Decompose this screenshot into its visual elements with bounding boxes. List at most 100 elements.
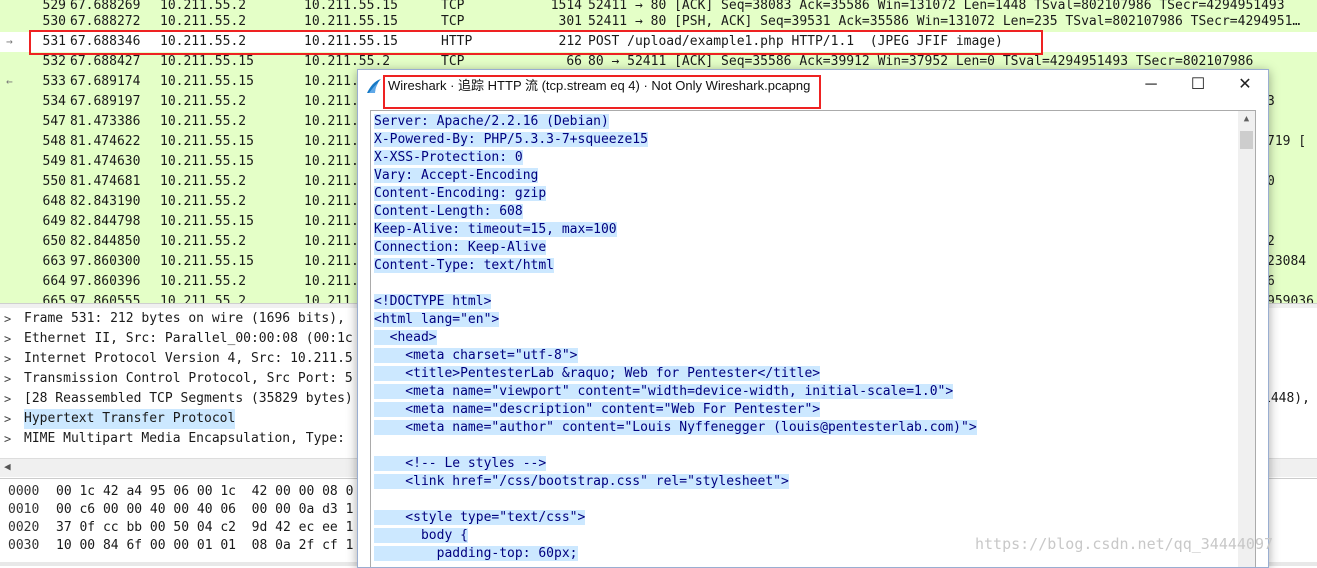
- scroll-left-icon[interactable]: ◀: [4, 460, 11, 473]
- response-header-line: Content-Encoding: gzip: [371, 185, 1237, 203]
- response-body-line: <meta charset="utf-8">: [371, 347, 1237, 365]
- watermark: https://blog.csdn.net/qq_34444097: [975, 535, 1274, 553]
- response-header-text: Vary: Accept-Encoding: [374, 168, 539, 183]
- expand-chevron-icon[interactable]: >: [4, 429, 11, 449]
- response-body-text: <!DOCTYPE html>: [374, 294, 492, 309]
- detail-label: Internet Protocol Version 4, Src: 10.211…: [24, 351, 353, 366]
- response-body-line: <!DOCTYPE html>: [371, 293, 1237, 311]
- response-header-line: Content-Length: 608: [371, 203, 1237, 221]
- packet-row[interactable]: 530 67.688272 10.211.55.2 10.211.55.15 TCP 30…: [0, 12, 1317, 32]
- scroll-up-icon[interactable]: ▲: [1238, 111, 1255, 128]
- packet-destination: 10.211.: [304, 74, 359, 89]
- minimize-button[interactable]: ─: [1128, 70, 1174, 102]
- packet-destination: 10.211.: [304, 114, 359, 129]
- response-body-line: <meta name="viewport" content="width=dev…: [371, 383, 1237, 401]
- maximize-button[interactable]: ☐: [1175, 70, 1221, 102]
- packet-source: 10.211.55.15: [160, 134, 254, 149]
- response-header-text: Keep-Alive: timeout=15, max=100: [374, 222, 617, 237]
- expand-chevron-icon[interactable]: >: [4, 349, 11, 369]
- follow-http-stream-dialog: Wireshark · 追踪 HTTP 流 (tcp.stream eq 4) …: [357, 69, 1269, 568]
- expand-chevron-icon[interactable]: >: [4, 309, 11, 329]
- response-header-text: Content-Length: 608: [374, 204, 523, 219]
- response-header-text: X-Powered-By: PHP/5.3.3-7+squeeze15: [374, 132, 648, 147]
- byte-offset: 0000: [8, 484, 40, 499]
- response-arrow-icon: ←: [6, 75, 13, 88]
- packet-source: 10.211.55.2: [160, 114, 247, 129]
- packet-time: 67.688272: [70, 14, 141, 29]
- response-body-line: <!-- Le styles -->: [371, 455, 1237, 473]
- detail-label: Ethernet II, Src: Parallel_00:00:08 (00:…: [24, 331, 353, 346]
- response-body-text: <meta name="description" content="Web Fo…: [374, 402, 821, 417]
- packet-protocol: TCP: [441, 14, 465, 29]
- detail-label: [28 Reassembled TCP Segments (35829 byte…: [24, 391, 353, 406]
- detail-label-fragment: 1448),: [1263, 391, 1310, 406]
- expand-chevron-icon[interactable]: >: [4, 329, 11, 349]
- response-header-line: Keep-Alive: timeout=15, max=100: [371, 221, 1237, 239]
- response-body-text: body {: [374, 528, 468, 543]
- response-header-line: Vary: Accept-Encoding: [371, 167, 1237, 185]
- packet-number: 648: [42, 194, 66, 209]
- expand-chevron-icon[interactable]: >: [4, 389, 11, 409]
- packet-time: 81.474622: [70, 134, 141, 149]
- response-body-line: <style type="text/css">: [371, 509, 1237, 527]
- stream-content[interactable]: Server: Apache/2.2.16 (Debian) X-Powered-…: [370, 110, 1256, 567]
- response-body-text: <meta name="viewport" content="width=dev…: [374, 384, 954, 399]
- response-body-text: <style type="text/css">: [374, 510, 586, 525]
- response-body-text: <head>: [374, 330, 437, 345]
- response-header-line: Content-Type: text/html: [371, 257, 1237, 275]
- packet-source: 10.211.55.2: [160, 234, 247, 249]
- wireshark-fin-icon: [367, 79, 381, 93]
- response-body-line: <meta name="author" content="Louis Nyffe…: [371, 419, 1237, 437]
- response-header-line: Connection: Keep-Alive: [371, 239, 1237, 257]
- detail-label: Hypertext Transfer Protocol: [24, 409, 236, 429]
- packet-source: 10.211.55.15: [160, 214, 254, 229]
- scroll-thumb[interactable]: [1240, 131, 1253, 149]
- response-header-line: Server: Apache/2.2.16 (Debian): [371, 113, 1237, 131]
- response-body-line: <title>PentesterLab &raquo; Web for Pent…: [371, 365, 1237, 383]
- packet-info-fragment: 719 [: [1267, 134, 1307, 149]
- packet-destination: 10.211.: [304, 154, 359, 169]
- packet-destination: 10.211.: [304, 254, 359, 269]
- highlight-box-dialog-title: [383, 75, 821, 109]
- packet-destination: 10.211.: [304, 194, 359, 209]
- packet-source: 10.211.55.2: [160, 274, 247, 289]
- response-body-line: [371, 275, 1237, 293]
- response-body-text: <meta name="author" content="Louis Nyffe…: [374, 420, 977, 435]
- packet-source: 10.211.55.15: [160, 54, 254, 69]
- response-body-text: padding-top: 60px;: [374, 546, 578, 561]
- response-body-text: <html lang="en">: [374, 312, 500, 327]
- packet-source: 10.211.55.2: [160, 174, 247, 189]
- highlight-box-packet-531: [29, 30, 1043, 55]
- packet-number: 550: [42, 174, 66, 189]
- packet-destination: 10.211.: [304, 174, 359, 189]
- packet-source: 10.211.55.15: [160, 154, 254, 169]
- byte-offset: 0020: [8, 520, 40, 535]
- packet-destination: 10.211.: [304, 94, 359, 109]
- close-button[interactable]: ✕: [1222, 70, 1268, 102]
- response-header-text: Connection: Keep-Alive: [374, 240, 547, 255]
- request-arrow-icon: →: [6, 35, 13, 48]
- stream-vertical-scrollbar[interactable]: ▲: [1238, 111, 1255, 567]
- packet-number: 548: [42, 134, 66, 149]
- response-body-line: <meta name="description" content="Web Fo…: [371, 401, 1237, 419]
- packet-destination: 10.211.: [304, 214, 359, 229]
- detail-label: Transmission Control Protocol, Src Port:…: [24, 371, 353, 386]
- packet-number: 547: [42, 114, 66, 129]
- packet-time: 67.688427: [70, 54, 141, 69]
- response-body-line: <head>: [371, 329, 1237, 347]
- response-body-line: [371, 437, 1237, 455]
- expand-chevron-icon[interactable]: >: [4, 369, 11, 389]
- response-header-text: Server: Apache/2.2.16 (Debian): [374, 114, 609, 129]
- packet-destination: 10.211.: [304, 234, 359, 249]
- expand-chevron-icon[interactable]: >: [4, 409, 11, 429]
- packet-number: 549: [42, 154, 66, 169]
- packet-time: 81.473386: [70, 114, 141, 129]
- byte-offset: 0010: [8, 502, 40, 517]
- packet-time: 97.860300: [70, 254, 141, 269]
- packet-time: 82.844850: [70, 234, 141, 249]
- byte-hex: 10 00 84 6f 00 00 01 01 08 0a 2f cf 1: [56, 538, 354, 553]
- packet-number: 663: [42, 254, 66, 269]
- packet-number: 649: [42, 214, 66, 229]
- response-header-text: Content-Type: text/html: [374, 258, 555, 273]
- response-header-line: X-Powered-By: PHP/5.3.3-7+squeeze15: [371, 131, 1237, 149]
